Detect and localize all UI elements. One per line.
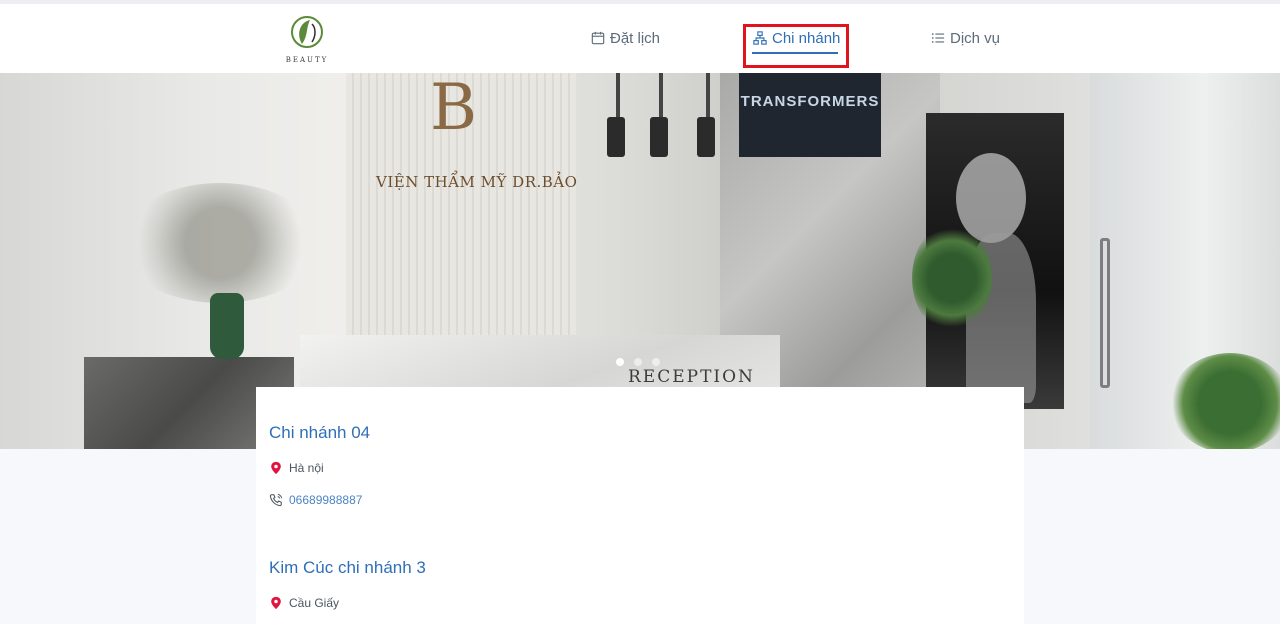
carousel-dot[interactable]	[652, 358, 660, 366]
phone-icon	[269, 493, 283, 507]
carousel-dot[interactable]	[616, 358, 624, 366]
hero-door-handle	[1100, 238, 1110, 388]
hero-tv-screen: TRANSFORMERS	[739, 73, 881, 157]
branch-address: Cầu Giấy	[269, 596, 339, 610]
hero-vase	[210, 293, 244, 359]
hero-lamp	[697, 117, 715, 157]
nav-book-label: Đặt lịch	[610, 29, 661, 47]
list-icon	[931, 33, 945, 43]
hero-plant	[912, 223, 992, 333]
hero-lamp	[650, 117, 668, 157]
location-pin-icon	[271, 596, 281, 610]
hero-lamp	[607, 117, 625, 157]
branch-address-text: Cầu Giấy	[289, 596, 340, 610]
hero-lamp-cord	[659, 73, 663, 119]
location-pin-icon	[271, 461, 281, 475]
branch-phone[interactable]: 06689988887	[269, 493, 362, 507]
site-header: BEAUTY Đặt lịch Chi nhánh Dịch vụ	[0, 4, 1280, 73]
carousel-dot[interactable]	[634, 358, 642, 366]
branch-phone-number[interactable]: 06689988887	[289, 493, 362, 507]
carousel-dots	[616, 358, 660, 366]
branch-address-text: Hà nội	[289, 461, 324, 475]
hero-tv-text: TRANSFORMERS	[740, 93, 880, 110]
highlight-annotation-box	[743, 24, 849, 68]
branch-title[interactable]: Chi nhánh 04	[269, 423, 370, 443]
hero-brand-sign: VIỆN THẨM MỸ DR.BẢO	[376, 173, 578, 191]
logo-leaf-icon	[291, 16, 323, 48]
hero-lamp-cord	[706, 73, 710, 119]
branch-title[interactable]: Kim Cúc chi nhánh 3	[269, 558, 426, 578]
logo-text: BEAUTY	[285, 56, 329, 64]
calendar-icon	[591, 31, 605, 45]
branch-address: Hà nội	[269, 461, 324, 475]
brand-logo[interactable]: BEAUTY	[282, 14, 332, 70]
hero-decor-branches	[120, 183, 320, 303]
branch-list-card: Chi nhánh 04 Hà nội 06689988887 Kim Cúc …	[256, 387, 1024, 624]
nav-services-label: Dịch vụ	[950, 29, 1001, 47]
hero-lamp-cord	[616, 73, 620, 119]
nav-book-appointment[interactable]: Đặt lịch	[591, 26, 660, 50]
hero-reception-text: RECEPTION	[628, 367, 755, 387]
nav-services[interactable]: Dịch vụ	[931, 26, 1000, 50]
hero-plant	[1170, 353, 1280, 449]
hero-brand-mark: B	[430, 73, 478, 145]
